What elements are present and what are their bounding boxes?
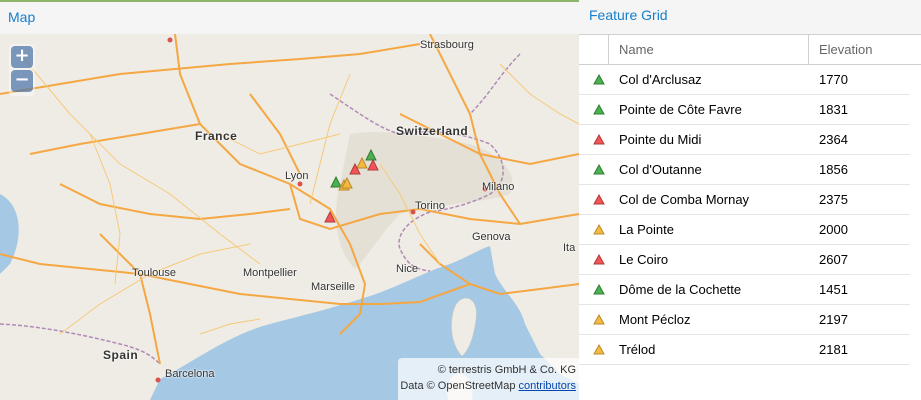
- table-row[interactable]: La Pointe 2000: [579, 215, 910, 245]
- map-tiles[interactable]: [0, 34, 579, 400]
- map-panel-title: Map: [8, 9, 36, 25]
- cell-name: Pointe du Midi: [619, 132, 702, 147]
- zoom-out-button[interactable]: −: [11, 70, 33, 92]
- cell-name: Col d'Outanne: [619, 162, 702, 177]
- table-row[interactable]: Col d'Outanne 1856: [579, 155, 910, 185]
- cell-name: Le Coiro: [619, 252, 669, 267]
- column-header-elevation[interactable]: Elevation: [809, 35, 921, 64]
- table-row[interactable]: Mont Pécloz 2197: [579, 305, 910, 335]
- cell-elevation: 2197: [819, 312, 848, 327]
- table-row[interactable]: Dôme de la Cochette 1451: [579, 275, 910, 305]
- cell-elevation: 1856: [819, 162, 848, 177]
- table-row[interactable]: Pointe de Côte Favre 1831: [579, 95, 910, 125]
- map-panel-header: Map: [0, 0, 579, 34]
- map-label-france: France: [195, 129, 238, 143]
- triangle-green-icon: [593, 104, 605, 115]
- column-header-marker[interactable]: [579, 35, 609, 64]
- map-label-italia: Ita: [563, 242, 576, 254]
- map-canvas[interactable]: France Switzerland Spain Lyon Strasbourg…: [0, 34, 579, 400]
- grid-rows: Col d'Arclusaz 1770 Pointe de Côte Favre 18…: [579, 65, 910, 365]
- table-row[interactable]: Col de Comba Mornay 2375: [579, 185, 910, 215]
- triangle-red-icon: [593, 194, 605, 205]
- map-label-nice: Nice: [396, 263, 419, 275]
- cell-name: Pointe de Côte Favre: [619, 102, 742, 117]
- cell-name: Col de Comba Mornay: [619, 192, 750, 207]
- triangle-orange-icon: [593, 224, 605, 235]
- triangle-red-icon: [593, 254, 605, 265]
- map-label-spain: Spain: [103, 348, 139, 362]
- zoom-control: + −: [9, 44, 35, 96]
- cell-name: Mont Pécloz: [619, 312, 691, 327]
- cell-name: Dôme de la Cochette: [619, 282, 742, 297]
- map-label-torino: Torino: [415, 200, 445, 212]
- map-label-milano: Milano: [482, 181, 515, 193]
- map-label-toulouse: Toulouse: [132, 267, 177, 279]
- table-row[interactable]: Trélod 2181: [579, 335, 910, 365]
- map-label-lyon: Lyon: [285, 170, 309, 182]
- table-row[interactable]: Pointe du Midi 2364: [579, 125, 910, 155]
- cell-elevation: 1770: [819, 72, 848, 87]
- table-row[interactable]: Col d'Arclusaz 1770: [579, 65, 910, 95]
- triangle-orange-icon: [593, 314, 605, 325]
- attribution-copyright: © terrestris GmbH & Co. KG: [437, 364, 576, 376]
- cell-elevation: 2375: [819, 192, 848, 207]
- triangle-red-icon: [593, 134, 605, 145]
- map-panel: Map France Switzerland Spain Lyon Strasb…: [0, 0, 579, 400]
- feature-grid-panel: Feature Grid Name Elevation Col d'Arclus…: [579, 0, 921, 400]
- map-label-genova: Genova: [472, 231, 511, 243]
- table-row[interactable]: Le Coiro 2607: [579, 245, 910, 275]
- cell-elevation: 2181: [819, 342, 848, 357]
- cell-name: Trélod: [619, 342, 656, 357]
- cell-name: Col d'Arclusaz: [619, 72, 702, 87]
- attribution-osm: Data © OpenStreetMap contributors: [398, 378, 576, 394]
- map-attribution: © terrestris GmbH & Co. KG Data © OpenSt…: [398, 358, 579, 400]
- grid-column-headers: Name Elevation: [579, 34, 921, 65]
- column-header-name[interactable]: Name: [609, 35, 809, 64]
- map-label-switzerland: Switzerland: [396, 124, 469, 138]
- cell-elevation: 2364: [819, 132, 848, 147]
- map-label-marseille: Marseille: [311, 281, 356, 293]
- cell-elevation: 1831: [819, 102, 848, 117]
- cell-name: La Pointe: [619, 222, 674, 237]
- map-label-barcelona: Barcelona: [165, 368, 215, 380]
- feature-grid-header: Feature Grid: [579, 0, 921, 34]
- triangle-orange-icon: [593, 344, 605, 355]
- triangle-green-icon: [593, 74, 605, 85]
- triangle-green-icon: [593, 284, 605, 295]
- attribution-osm-text: Data © OpenStreetMap: [400, 380, 516, 392]
- cell-elevation: 1451: [819, 282, 848, 297]
- zoom-in-button[interactable]: +: [11, 46, 33, 68]
- cell-elevation: 2000: [819, 222, 848, 237]
- map-label-strasbourg: Strasbourg: [420, 39, 474, 51]
- cell-elevation: 2607: [819, 252, 848, 267]
- triangle-green-icon: [593, 164, 605, 175]
- map-label-montpellier: Montpellier: [243, 267, 297, 279]
- feature-grid-title: Feature Grid: [589, 7, 668, 23]
- attribution-contributors-link[interactable]: contributors: [519, 380, 576, 392]
